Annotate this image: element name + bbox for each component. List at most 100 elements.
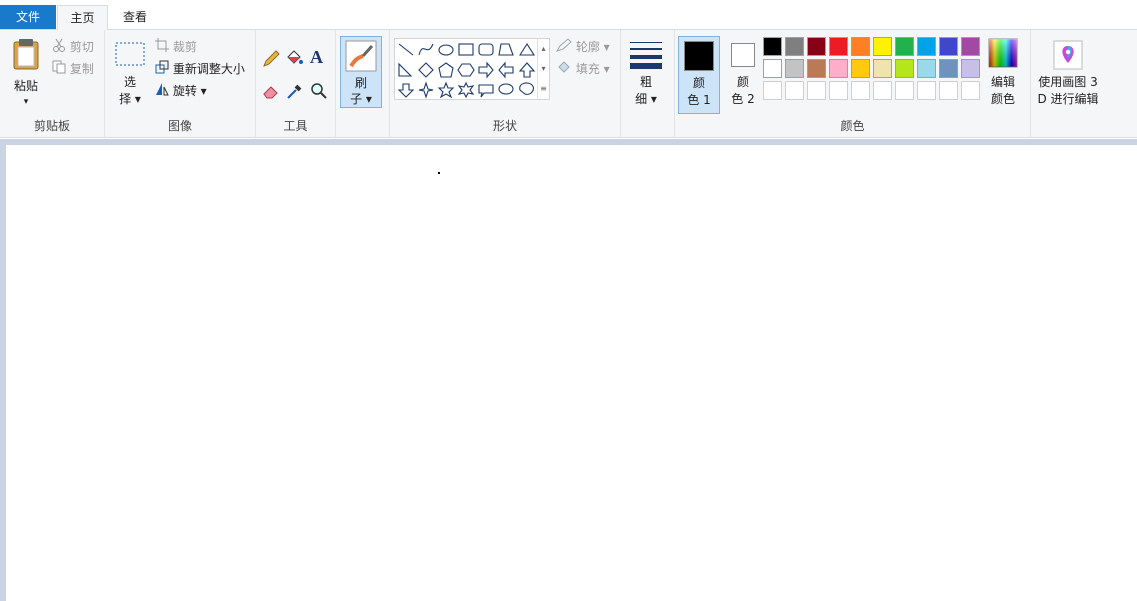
palette-swatch[interactable] — [763, 81, 782, 100]
color2-button[interactable]: 颜 色 2 — [723, 36, 765, 114]
palette-swatch[interactable] — [829, 37, 848, 56]
fill-bucket-icon[interactable] — [285, 49, 303, 67]
palette-swatch[interactable] — [939, 37, 958, 56]
palette-swatch[interactable] — [785, 81, 804, 100]
brushes-group: 刷 子 ▾ — [336, 30, 390, 138]
select-label-2-text: 择 — [119, 92, 132, 106]
brushes-button[interactable]: 刷 子 ▾ — [340, 36, 382, 108]
palette-swatch[interactable] — [763, 59, 782, 78]
palette-swatch[interactable] — [851, 81, 870, 100]
palette-swatch[interactable] — [873, 59, 892, 78]
chevron-down-icon: ▾ — [603, 40, 610, 54]
palette-swatch[interactable] — [917, 59, 936, 78]
colors-group: 颜 色 1 颜 色 2 编辑 颜色 颜色 — [675, 30, 1031, 138]
palette-swatch[interactable] — [807, 59, 826, 78]
eraser-icon[interactable] — [262, 82, 280, 100]
canvas-pixel-mark — [438, 172, 440, 174]
paint3d-label-2: D 进行编辑 — [1037, 92, 1099, 106]
palette-swatch[interactable] — [895, 37, 914, 56]
fill-label: 填充 — [575, 62, 600, 76]
palette-swatch[interactable] — [785, 59, 804, 78]
select-label-2: 择 ▾ — [119, 92, 141, 106]
color-palette — [763, 37, 983, 103]
select-button[interactable]: 选 择 ▾ — [111, 38, 149, 112]
paste-button[interactable]: 粘贴 ▾ — [6, 34, 46, 108]
brush-icon — [345, 40, 377, 72]
magnifier-icon[interactable] — [310, 82, 328, 100]
palette-swatch[interactable] — [873, 37, 892, 56]
copy-button[interactable]: 复制 — [52, 59, 94, 79]
fill-icon — [556, 60, 572, 80]
paint3d-icon — [1053, 40, 1083, 70]
select-rectangle-icon — [115, 42, 145, 66]
palette-swatch[interactable] — [961, 59, 980, 78]
tab-view[interactable]: 查看 — [110, 5, 160, 31]
text-tool-icon[interactable]: A — [310, 47, 323, 68]
size-button[interactable]: 粗 细 ▾ — [625, 36, 667, 110]
shapes-gallery[interactable]: ▴ ▾ ≡ — [394, 38, 550, 100]
crop-label: 裁剪 — [172, 40, 197, 54]
edit-with-paint3d-button[interactable]: 使用画图 3 D 进行编辑 — [1033, 38, 1103, 110]
crop-button[interactable]: 裁剪 — [155, 37, 197, 57]
palette-swatch[interactable] — [895, 59, 914, 78]
brushes-label-1: 刷 — [354, 76, 367, 90]
size-label-1: 粗 — [639, 75, 652, 89]
chevron-down-icon: ▾ — [200, 84, 207, 98]
size-label-2-text: 细 — [635, 92, 648, 106]
paint3d-group: 使用画图 3 D 进行编辑 — [1031, 30, 1105, 138]
outline-label: 轮廓 — [575, 40, 600, 54]
color-picker-icon[interactable] — [286, 82, 304, 100]
shapes-scroll-icon[interactable]: ▴ ▾ ≡ — [537, 39, 549, 99]
palette-swatch[interactable] — [917, 81, 936, 100]
copy-label: 复制 — [69, 62, 94, 76]
tab-home[interactable]: 主页 — [57, 5, 108, 31]
image-group: 选 择 ▾ 裁剪 重新调整大小 旋转 ▾ 图像 — [105, 30, 256, 138]
palette-swatch[interactable] — [807, 81, 826, 100]
edit-colors-button[interactable]: 编辑 颜色 — [984, 38, 1022, 110]
color1-button[interactable]: 颜 色 1 — [678, 36, 720, 114]
clipboard-group-label: 剪贴板 — [33, 119, 70, 133]
palette-swatch[interactable] — [939, 59, 958, 78]
paint3d-label-1: 使用画图 3 — [1038, 75, 1098, 89]
palette-swatch[interactable] — [895, 81, 914, 100]
image-group-label: 图像 — [167, 119, 192, 133]
palette-swatch[interactable] — [939, 81, 958, 100]
palette-swatch[interactable] — [851, 37, 870, 56]
chevron-down-icon: ▾ — [23, 97, 29, 107]
fill-button[interactable]: 填充 ▾ — [556, 59, 610, 79]
shapes-palette-icon — [397, 42, 536, 99]
palette-swatch[interactable] — [829, 81, 848, 100]
color-spectrum-icon — [988, 38, 1018, 68]
resize-label: 重新调整大小 — [172, 62, 245, 76]
outline-button[interactable]: 轮廓 ▾ — [555, 37, 610, 58]
palette-swatch[interactable] — [807, 37, 826, 56]
drawing-canvas[interactable] — [6, 145, 1137, 601]
color1-label-1: 颜 — [692, 76, 705, 90]
palette-swatch[interactable] — [961, 81, 980, 100]
rotate-label: 旋转 — [172, 84, 197, 98]
clipboard-group: 粘贴 ▾ 剪切 复制 剪贴板 — [0, 30, 105, 138]
palette-swatch[interactable] — [829, 59, 848, 78]
paste-icon — [13, 39, 39, 70]
palette-swatch[interactable] — [785, 37, 804, 56]
outline-icon — [555, 37, 572, 58]
palette-swatch[interactable] — [763, 37, 782, 56]
pencil-icon[interactable] — [262, 50, 280, 68]
resize-icon — [155, 60, 169, 80]
select-label-1: 选 — [123, 75, 136, 89]
palette-swatch[interactable] — [851, 59, 870, 78]
size-label-2: 细 ▾ — [635, 92, 657, 106]
palette-swatch[interactable] — [917, 37, 936, 56]
paste-label: 粘贴 — [13, 79, 38, 93]
rotate-button[interactable]: 旋转 ▾ — [155, 81, 207, 101]
workspace — [0, 139, 1137, 601]
chevron-down-icon: ▾ — [603, 62, 610, 76]
color1-label-2: 色 1 — [687, 93, 711, 107]
resize-button[interactable]: 重新调整大小 — [155, 59, 245, 79]
shapes-group-label: 形状 — [492, 119, 517, 133]
shapes-group: ▴ ▾ ≡ 轮廓 ▾ 填充 ▾ 形状 — [390, 30, 621, 138]
tab-file[interactable]: 文件 — [0, 5, 56, 29]
palette-swatch[interactable] — [961, 37, 980, 56]
cut-button[interactable]: 剪切 — [52, 37, 94, 57]
palette-swatch[interactable] — [873, 81, 892, 100]
